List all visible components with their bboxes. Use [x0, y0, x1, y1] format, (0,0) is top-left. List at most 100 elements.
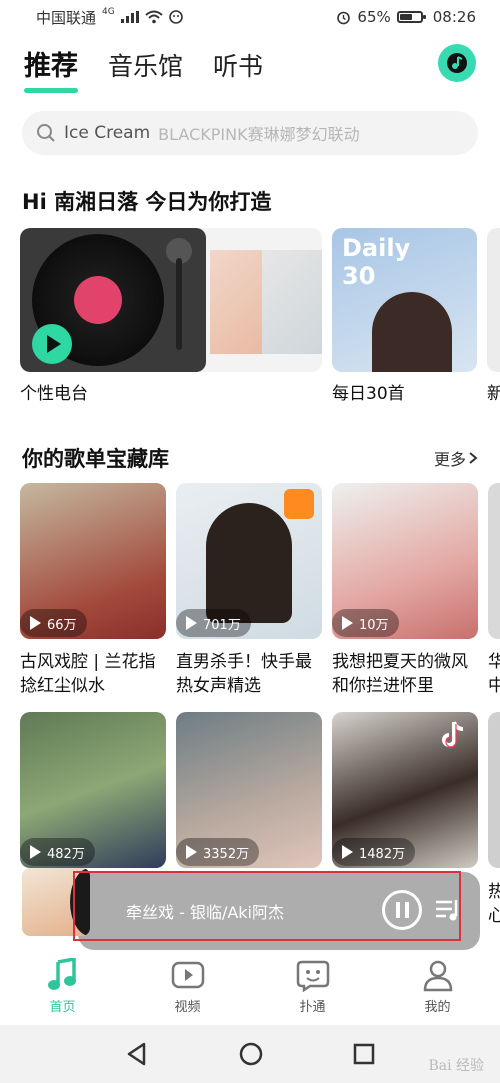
daily-30-card[interactable]: Daily 30: [332, 228, 477, 372]
highlight-annotation-box: [73, 871, 461, 941]
cover-portrait: [206, 503, 292, 623]
play-icon: [30, 845, 41, 859]
playlist-section-title: 你的歌单宝藏库: [22, 447, 169, 471]
search-icon: [37, 124, 55, 142]
playlist-title-line2: 捻红尘似水: [20, 676, 105, 696]
play-icon: [342, 845, 353, 859]
top-tabs: 推荐 音乐馆 听书: [24, 44, 263, 93]
chevron-right-icon: [469, 452, 478, 464]
cover-photo: [372, 292, 452, 372]
search-hint-primary: Ice Cream: [64, 123, 151, 143]
back-icon[interactable]: [124, 1041, 150, 1067]
alarm-icon: [337, 11, 351, 24]
tab-music-hall[interactable]: 音乐馆: [108, 47, 183, 93]
wifi-icon: [145, 10, 163, 24]
battery-icon: [396, 11, 426, 23]
play-count-badge: 701万: [176, 609, 251, 637]
notification-icon: [168, 10, 183, 24]
play-count-badge: 1482万: [332, 838, 416, 866]
play-icon: [186, 845, 197, 859]
system-nav-bar: [0, 1025, 500, 1083]
daily-badge: Daily 30: [342, 234, 410, 290]
nav-profile[interactable]: 我的: [398, 958, 478, 1015]
playlist-title[interactable]: 我想把夏天的微风 和你拦进怀里: [332, 650, 478, 698]
playlist-cover[interactable]: 10万: [332, 483, 478, 639]
kuaishou-logo-icon: [284, 489, 314, 519]
play-count: 3352万: [203, 846, 250, 862]
tab-audiobook[interactable]: 听书: [213, 47, 263, 93]
playlist-title-line2: 心: [488, 906, 500, 926]
music-note-icon: [47, 957, 76, 990]
video-play-icon: [171, 961, 204, 988]
playlist-title-line1: 热: [488, 882, 500, 902]
playlist-title[interactable]: 直男杀手！快手最 热女声精选: [176, 650, 322, 698]
playlist-title[interactable]: 古风戏腔 | 兰花指 捻红尘似水: [20, 650, 166, 698]
greeting-title: Hi 南湘日落 今日为你打造: [22, 190, 272, 214]
nav-home-label: 首页: [49, 999, 76, 1015]
watermark: Bai 经验: [428, 1058, 484, 1074]
tiktok-logo-icon: [440, 720, 468, 750]
music-note-icon: [447, 53, 467, 73]
play-count-badge: 3352万: [176, 838, 260, 866]
play-count-badge: 482万: [20, 838, 95, 866]
nav-video[interactable]: 视频: [148, 958, 228, 1015]
more-label: 更多: [433, 450, 466, 469]
playlist-title-partial[interactable]: 热 心: [488, 880, 500, 928]
home-circle-icon[interactable]: [238, 1041, 264, 1067]
personal-radio-card[interactable]: [20, 228, 322, 372]
nav-home[interactable]: 首页: [23, 957, 103, 1015]
play-count-badge: 10万: [332, 609, 399, 637]
status-bar: 中国联通 4G 65% 08:26: [0, 0, 500, 34]
nav-putong-label: 扑通: [299, 999, 326, 1015]
search-hint-secondary: BLACKPINK赛琳娜梦幻联动: [158, 125, 360, 144]
play-count: 482万: [47, 846, 85, 862]
play-icon: [47, 335, 61, 353]
music-app-avatar-button[interactable]: [438, 44, 476, 82]
bottom-nav: 首页 视频 扑通 我的: [0, 952, 500, 1020]
play-count: 1482万: [359, 846, 406, 862]
tab-recommend[interactable]: 推荐: [24, 44, 78, 93]
playlist-title-line1: 古风戏腔 | 兰花指: [20, 652, 156, 672]
play-icon: [186, 616, 197, 630]
network-label: 4G: [102, 6, 115, 17]
play-count: 10万: [359, 617, 389, 633]
search-bar[interactable]: Ice Cream BLACKPINK赛琳娜梦幻联动: [22, 111, 478, 155]
play-icon: [342, 616, 353, 630]
recents-square-icon[interactable]: [352, 1042, 376, 1066]
play-button[interactable]: [32, 324, 72, 364]
playlist-title-partial[interactable]: 华 中: [488, 650, 500, 698]
play-count-badge: 66万: [20, 609, 87, 637]
playlist-title-line1: 直男杀手！快手最: [176, 652, 312, 672]
daily-card-partial[interactable]: [487, 228, 500, 372]
playlist-cover-partial[interactable]: [488, 483, 500, 639]
personal-radio-label: 个性电台: [20, 384, 88, 404]
more-link[interactable]: 更多: [434, 446, 478, 470]
playlist-title-line2: 和你拦进怀里: [332, 676, 434, 696]
playlist-title-line2: 中: [488, 676, 500, 696]
playlist-cover-partial[interactable]: [488, 712, 500, 868]
battery-percent: 65%: [357, 8, 391, 26]
daily-30-label: 每日30首: [332, 384, 405, 404]
daily-badge-line1: Daily: [342, 234, 411, 262]
daily-badge-line2: 30: [342, 262, 376, 290]
cover-art-strip: [262, 250, 322, 354]
tonearm: [176, 258, 182, 350]
carrier-label: 中国联通: [36, 8, 97, 27]
face-bubble-icon: [296, 960, 329, 992]
playlist-cover[interactable]: 3352万: [176, 712, 322, 868]
clock: 08:26: [432, 8, 476, 26]
nav-video-label: 视频: [174, 999, 201, 1015]
playlist-title-line1: 我想把夏天的微风: [332, 652, 468, 672]
cover-art-strip: [210, 250, 270, 354]
signal-icon: [120, 11, 139, 23]
playlist-cover[interactable]: 701万: [176, 483, 322, 639]
play-count: 66万: [47, 617, 77, 633]
nav-putong[interactable]: 扑通: [273, 958, 353, 1015]
playlist-title-line1: 华: [488, 652, 500, 672]
profile-icon: [423, 960, 452, 991]
playlist-cover[interactable]: 1482万: [332, 712, 478, 868]
playlist-cover[interactable]: 482万: [20, 712, 166, 868]
daily-card-partial-label: 新: [487, 384, 500, 404]
playlist-cover[interactable]: 66万: [20, 483, 166, 639]
playlist-title-line2: 热女声精选: [176, 676, 261, 696]
